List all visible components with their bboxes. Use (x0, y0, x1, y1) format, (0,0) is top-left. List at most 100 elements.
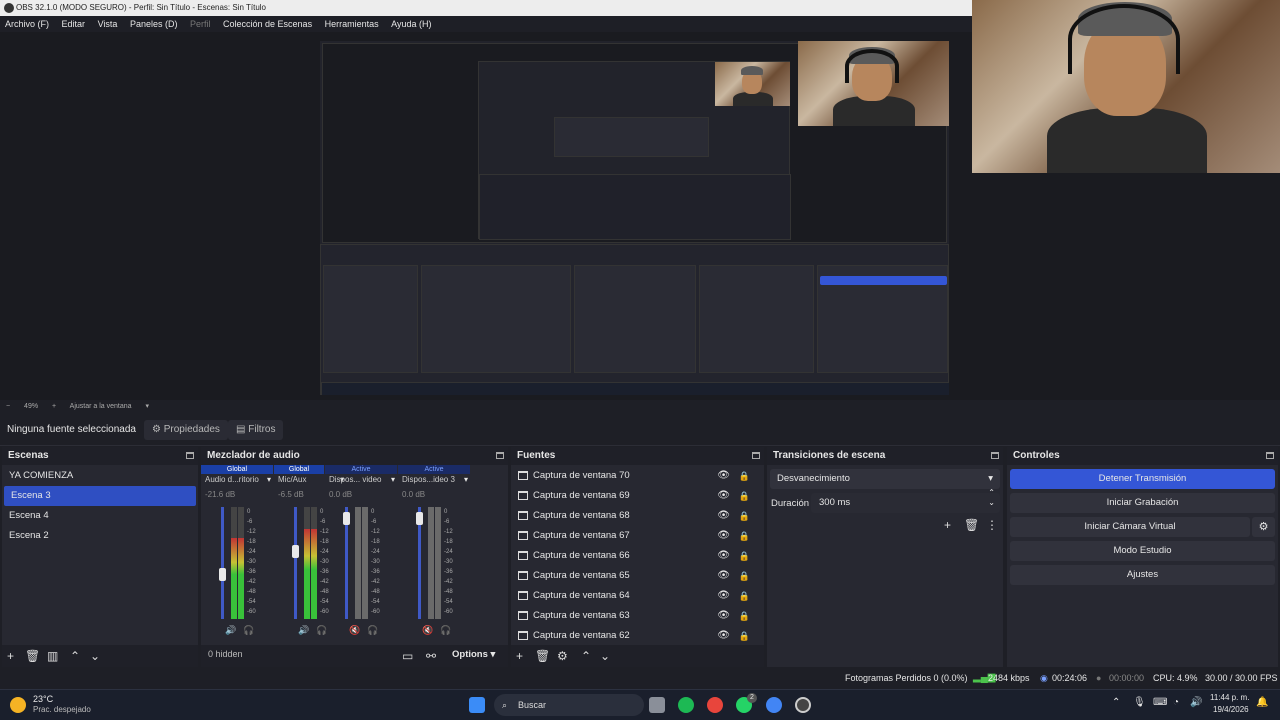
source-item[interactable]: Captura de ventana 69 👁 🔒 (511, 486, 764, 506)
spin-icon[interactable]: ⌃ ⌄ (988, 488, 995, 508)
volume-fader-track[interactable] (221, 507, 224, 619)
menu-coleccion-escenas[interactable]: Colección de Escenas (223, 19, 312, 29)
monitor-headphones-icon[interactable]: 🎧 (367, 625, 378, 636)
options-button[interactable]: Options ▾ (452, 649, 495, 660)
source-item[interactable]: Captura de ventana 63 👁 🔒 (511, 606, 764, 626)
notifications-icon[interactable]: 🔔 (1256, 697, 1268, 708)
eye-icon[interactable]: 👁 (717, 626, 730, 646)
zoom-out-button[interactable]: − (6, 403, 10, 410)
windows-start-icon[interactable] (469, 697, 485, 713)
chevron-up-icon[interactable]: ⌃ (581, 648, 591, 664)
more-icon[interactable]: ⋮ (986, 517, 998, 533)
volume-fader-handle[interactable] (416, 511, 423, 525)
muted-speaker-icon[interactable]: 🔇 (422, 625, 433, 636)
menu-paneles[interactable]: Paneles (D) (130, 19, 178, 29)
taskbar-search[interactable]: ⌕ Buscar (494, 694, 644, 716)
volume-fader-track[interactable] (294, 507, 297, 619)
scene-item[interactable]: YA COMIENZA (2, 466, 198, 486)
lock-icon[interactable]: 🔒 (739, 626, 750, 646)
chevron-up-icon[interactable]: ⌃ (70, 648, 80, 664)
lock-icon[interactable]: 🔒 (739, 526, 750, 546)
lock-icon[interactable]: 🔒 (739, 466, 750, 486)
chrome-profile-icon[interactable] (766, 697, 782, 713)
layout-icon[interactable]: ▭ (402, 648, 413, 664)
eye-icon[interactable]: 👁 (717, 466, 730, 486)
clock-date[interactable]: 19/4/2026 (1213, 705, 1249, 714)
volume-icon[interactable]: 🔊 (1190, 697, 1202, 708)
add-icon[interactable]: + (516, 648, 523, 664)
chevron-down-icon[interactable]: ▾ (146, 403, 150, 410)
lock-icon[interactable]: 🔒 (739, 586, 750, 606)
undock-icon[interactable] (186, 452, 194, 459)
eye-icon[interactable]: 👁 (717, 546, 730, 566)
eye-icon[interactable]: 👁 (717, 506, 730, 526)
duration-input[interactable]: 300 ms ⌃ ⌄ (811, 488, 1000, 513)
volume-fader-handle[interactable] (343, 511, 350, 525)
source-item[interactable]: Captura de ventana 70 👁 🔒 (511, 466, 764, 486)
source-item[interactable]: Captura de ventana 68 👁 🔒 (511, 506, 764, 526)
menu-ayuda[interactable]: Ayuda (H) (391, 19, 431, 29)
eye-icon[interactable]: 👁 (717, 566, 730, 586)
chevron-down-icon[interactable]: ⌄ (600, 648, 610, 664)
trash-icon[interactable]: 🗑 (535, 648, 550, 664)
speaker-icon[interactable]: 🔊 (298, 625, 309, 636)
lock-icon[interactable]: 🔒 (739, 486, 750, 506)
filters-button[interactable]: ▤ Filtros (228, 420, 284, 440)
channel-menu-icon[interactable]: ▾ (391, 475, 395, 484)
channel-name[interactable]: Dispos...ideo 3 (402, 475, 472, 484)
obs-icon[interactable] (795, 697, 811, 713)
menu-archivo[interactable]: Archivo (F) (5, 19, 49, 29)
scene-item[interactable]: Escena 4 (2, 506, 198, 526)
volume-fader-handle[interactable] (292, 544, 299, 558)
menu-perfil[interactable]: Perfil (190, 19, 211, 29)
zoom-fit-select[interactable]: Ajustar a la ventana (70, 403, 132, 410)
volume-fader-handle[interactable] (219, 568, 226, 582)
eye-icon[interactable]: 👁 (717, 586, 730, 606)
chevron-up-icon[interactable]: ⌃ (1112, 697, 1120, 708)
trash-icon[interactable]: 🗑 (25, 648, 40, 664)
studio-mode-button[interactable]: Modo Estudio (1010, 541, 1275, 561)
lock-icon[interactable]: 🔒 (739, 566, 750, 586)
stop-stream-button[interactable]: Detener Transmisión (1010, 469, 1275, 489)
channel-name[interactable]: Dispos... video (329, 475, 399, 484)
task-view-icon[interactable] (649, 697, 665, 713)
source-item[interactable]: Captura de ventana 66 👁 🔒 (511, 546, 764, 566)
muted-speaker-icon[interactable]: 🔇 (349, 625, 360, 636)
speaker-icon[interactable]: 🔊 (225, 625, 236, 636)
microphone-icon[interactable]: 🎙 (1133, 697, 1146, 708)
wifi-icon[interactable]: ◔ (1173, 697, 1179, 708)
undock-icon[interactable] (496, 452, 504, 459)
lock-icon[interactable]: 🔒 (739, 606, 750, 626)
add-icon[interactable]: + (944, 517, 951, 533)
monitor-headphones-icon[interactable]: 🎧 (316, 625, 327, 636)
eye-icon[interactable]: 👁 (717, 606, 730, 626)
filter-icon[interactable]: ▥ (47, 648, 58, 664)
channel-name[interactable]: Audio d...ritorio (205, 475, 275, 484)
scene-item-selected[interactable]: Escena 3 (4, 486, 196, 506)
start-recording-button[interactable]: Iniciar Grabación (1010, 493, 1275, 513)
properties-button[interactable]: ⚙ Propiedades (144, 420, 228, 440)
lock-icon[interactable]: 🔒 (739, 546, 750, 566)
trash-icon[interactable]: 🗑 (964, 517, 979, 533)
monitor-headphones-icon[interactable]: 🎧 (243, 625, 254, 636)
undock-icon[interactable] (991, 452, 999, 459)
start-virtual-camera-button[interactable]: Iniciar Cámara Virtual (1010, 517, 1250, 537)
channel-menu-icon[interactable]: ▾ (267, 475, 271, 484)
link-icon[interactable]: ⚯ (426, 648, 436, 664)
undock-icon[interactable] (1266, 452, 1274, 459)
program-preview[interactable] (320, 41, 949, 395)
menu-editar[interactable]: Editar (62, 19, 86, 29)
chevron-down-icon[interactable]: ⌄ (90, 648, 100, 664)
settings-button[interactable]: Ajustes (1010, 565, 1275, 585)
lock-icon[interactable]: 🔒 (739, 506, 750, 526)
add-icon[interactable]: + (7, 648, 14, 664)
source-item[interactable]: Captura de ventana 67 👁 🔒 (511, 526, 764, 546)
source-item[interactable]: Captura de ventana 64 👁 🔒 (511, 586, 764, 606)
eye-icon[interactable]: 👁 (717, 526, 730, 546)
menu-vista[interactable]: Vista (98, 19, 118, 29)
keyboard-icon[interactable]: ⌨ (1153, 697, 1167, 708)
gear-icon[interactable]: ⚙ (557, 648, 568, 664)
undock-icon[interactable] (752, 452, 760, 459)
clock-time[interactable]: 11:44 p. m. (1210, 693, 1249, 702)
channel-menu-icon[interactable]: ▾ (464, 475, 468, 484)
